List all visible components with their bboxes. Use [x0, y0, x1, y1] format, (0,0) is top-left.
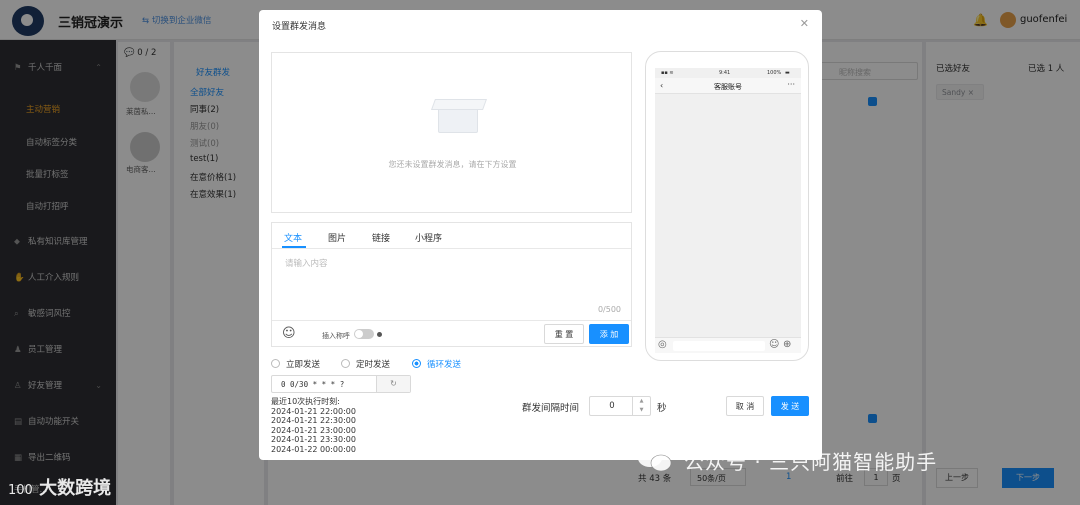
brand-name: 大数跨境	[39, 478, 112, 499]
brand-prefix: 100	[8, 483, 33, 498]
broadcast-modal: 设置群发消息 ✕ 您还未设置群发消息，请在下方设置 文本 图片 链接 小程序 0…	[259, 10, 822, 460]
message-preview: 您还未设置群发消息，请在下方设置	[271, 52, 632, 213]
stepper-arrows[interactable]: ▲ ▼	[632, 397, 650, 415]
radio-label: 循环发送	[427, 360, 462, 370]
interval-label: 群发间隔时间	[522, 403, 580, 414]
interval-stepper: ▲▼	[589, 396, 651, 416]
refresh-icon[interactable]: ↻	[376, 376, 410, 392]
brand-watermark: 100 大数跨境	[8, 474, 111, 500]
exec-title: 最近10次执行时刻:	[271, 397, 340, 406]
insert-name-toggle[interactable]	[354, 329, 374, 339]
tab-miniprogram[interactable]: 小程序	[415, 231, 442, 244]
radio-circle[interactable]	[271, 359, 280, 368]
tab-text[interactable]: 文本	[284, 231, 302, 244]
tab-link[interactable]: 链接	[372, 231, 390, 244]
modal-title: 设置群发消息	[272, 22, 327, 32]
phone-time: 9:41	[719, 70, 731, 76]
battery-icon: ▬	[785, 70, 790, 76]
tab-image[interactable]: 图片	[328, 231, 346, 244]
exec-time: 2024-01-21 22:30:00	[271, 416, 356, 426]
char-counter: 0/500	[597, 305, 621, 314]
voice-icon: ◎	[658, 339, 667, 350]
message-input[interactable]	[273, 249, 630, 319]
phone-title: 客服账号	[714, 83, 742, 91]
add-button[interactable]: 添 加	[589, 324, 629, 344]
interval-unit: 秒	[657, 403, 667, 414]
phone-screen: ▪▪ ≋ 9:41 100% ▬ ‹ 客服账号 ··· ◎ ☺ ⊕	[655, 68, 801, 353]
exec-time: 2024-01-22 00:00:00	[271, 444, 356, 454]
exec-time: 2024-01-21 22:00:00	[271, 406, 356, 416]
exec-time: 2024-01-21 23:30:00	[271, 435, 356, 445]
insert-name-label: 插入称呼	[322, 332, 350, 340]
empty-box-icon	[438, 107, 478, 133]
emoji-icon: ☺	[769, 339, 780, 350]
active-tab-indicator	[282, 246, 306, 248]
editor-divider	[272, 320, 631, 321]
interval-input[interactable]	[591, 398, 633, 414]
radio-send-scheduled[interactable]: 定时发送	[341, 358, 390, 370]
radio-circle[interactable]	[341, 359, 350, 368]
toggle-indicator	[377, 332, 382, 337]
watermark-text: 公众号 · 三只阿猫智能助手	[684, 450, 938, 474]
plus-icon: ⊕	[783, 339, 792, 350]
close-icon[interactable]: ✕	[800, 17, 809, 30]
empty-hint: 您还未设置群发消息，请在下方设置	[388, 160, 517, 169]
message-editor: 文本 图片 链接 小程序 0/500 ☺ 插入称呼 重 置 添 加	[271, 222, 632, 347]
cron-input[interactable]	[273, 377, 375, 391]
radio-label: 定时发送	[356, 360, 391, 370]
exec-times: 最近10次执行时刻: 2024-01-21 22:00:00 2024-01-2…	[271, 397, 356, 455]
reset-button[interactable]: 重 置	[544, 324, 584, 344]
radio-send-loop[interactable]: 循环发送	[412, 358, 461, 370]
phone-nav-bar: ‹ 客服账号 ···	[655, 78, 801, 94]
send-button[interactable]: 发 送	[771, 396, 809, 416]
exec-time: 2024-01-21 23:00:00	[271, 425, 356, 435]
chevron-up-icon[interactable]: ▲	[633, 397, 650, 406]
radio-send-now[interactable]: 立即发送	[271, 358, 320, 370]
wechat-icon	[638, 449, 672, 472]
phone-text-field	[673, 341, 765, 351]
cancel-button[interactable]: 取 消	[726, 396, 764, 416]
more-icon: ···	[787, 80, 795, 89]
phone-preview: ▪▪ ≋ 9:41 100% ▬ ‹ 客服账号 ··· ◎ ☺ ⊕	[645, 51, 809, 361]
chevron-down-icon[interactable]: ▼	[633, 406, 650, 415]
status-bar: ▪▪ ≋ 9:41 100% ▬	[655, 68, 801, 78]
radio-circle[interactable]	[412, 359, 421, 368]
phone-battery: 100%	[767, 70, 782, 76]
emoji-icon[interactable]: ☺	[282, 326, 296, 341]
radio-label: 立即发送	[286, 360, 321, 370]
cron-field: ↻	[271, 375, 411, 393]
phone-input-bar: ◎ ☺ ⊕	[655, 337, 801, 353]
signal-icon: ▪▪ ≋	[661, 70, 674, 76]
